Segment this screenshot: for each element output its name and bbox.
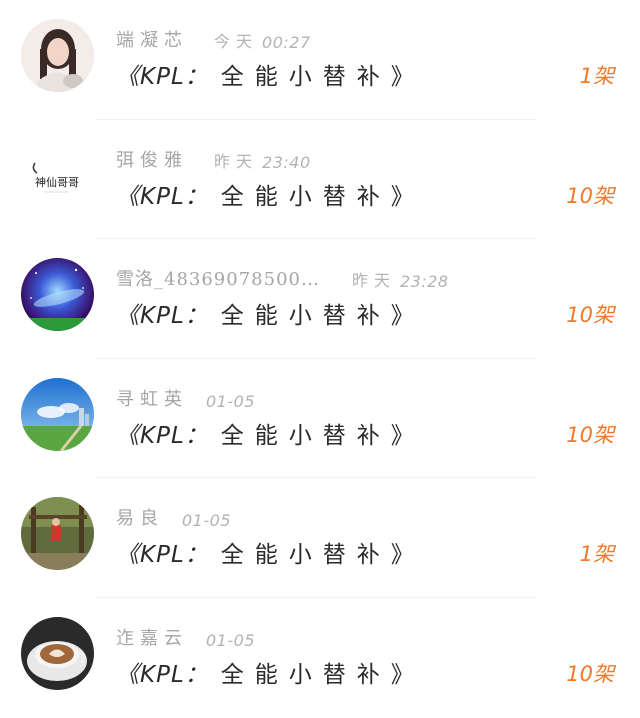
entry-meta: 寻虹英 01-05 xyxy=(116,381,255,411)
list-item[interactable]: 雪洛_48369078500… 昨天 23:28 《KPL： 全能小替补》 10架 xyxy=(0,239,640,359)
gift-count: 10架 xyxy=(566,422,614,447)
title-prefix: 《KPL： xyxy=(116,64,209,90)
item-title[interactable]: 《KPL： 全能小替补》 xyxy=(116,655,416,689)
user-name[interactable]: 雪洛_48369078500… xyxy=(116,265,320,291)
gift-count: 1架 xyxy=(579,542,614,566)
title-prefix: 《KPL： xyxy=(116,303,209,329)
gift-count: 10架 xyxy=(566,303,614,327)
item-title[interactable]: 《KPL： 全能小替补》 xyxy=(116,57,416,91)
gift-record-list: 端凝芯 今天 00:27 《KPL： 全能小替补》 1架 神仙哥哥 弭俊雅 昨天 … xyxy=(0,0,640,718)
title-suffix: 》 xyxy=(390,422,416,449)
user-name[interactable]: 易良 xyxy=(116,504,164,530)
user-name[interactable]: 寻虹英 xyxy=(116,385,188,411)
list-item[interactable]: 迮嘉云 01-05 《KPL： 全能小替补》 10架 xyxy=(0,598,640,718)
entry-meta: 易良 01-05 xyxy=(116,500,231,530)
title-suffix: 》 xyxy=(390,183,416,210)
title-prefix: 《KPL： xyxy=(116,661,209,688)
entry-time: 01-05 xyxy=(206,391,255,411)
item-title[interactable]: 《KPL： 全能小替补》 xyxy=(116,535,416,569)
item-title[interactable]: 《KPL： 全能小替补》 xyxy=(116,416,416,450)
entry-meta: 弭俊雅 昨天 23:40 xyxy=(116,142,311,172)
item-title[interactable]: 《KPL： 全能小替补》 xyxy=(116,296,416,330)
title-main: 全能小替补 xyxy=(220,64,391,90)
user-name[interactable]: 迮嘉云 xyxy=(116,624,188,650)
user-name[interactable]: 弭俊雅 xyxy=(116,146,188,172)
avatar-calligraphy-text: 神仙哥哥 xyxy=(35,175,79,189)
user-name[interactable]: 端凝芯 xyxy=(116,26,188,52)
entry-date: 今天 xyxy=(214,32,259,51)
entry-date: 昨天 xyxy=(214,151,259,171)
avatar[interactable] xyxy=(21,616,94,690)
entry-meta: 雪洛_48369078500… 昨天 23:28 xyxy=(116,261,449,291)
avatar[interactable] xyxy=(21,377,94,451)
entry-time: 23:40 xyxy=(262,152,311,172)
entry-time: 01-05 xyxy=(206,630,255,650)
title-suffix: 》 xyxy=(390,661,416,688)
entry-meta: 迮嘉云 01-05 xyxy=(116,620,255,650)
list-item[interactable]: 端凝芯 今天 00:27 《KPL： 全能小替补》 1架 xyxy=(0,0,640,120)
avatar[interactable]: 神仙哥哥 xyxy=(21,138,94,212)
calligraphy-avatar-image: 神仙哥哥 xyxy=(21,138,94,212)
item-title[interactable]: 《KPL： 全能小替补》 xyxy=(116,177,416,211)
entry-meta: 端凝芯 今天 00:27 xyxy=(116,22,311,52)
title-suffix: 》 xyxy=(390,303,416,329)
title-prefix: 《KPL： xyxy=(116,542,209,568)
avatar[interactable] xyxy=(21,497,94,570)
portrait-girl-image xyxy=(21,19,94,92)
title-suffix: 》 xyxy=(390,64,416,90)
entry-date: 昨天 xyxy=(351,271,396,290)
title-main: 全能小替补 xyxy=(220,183,391,210)
list-item[interactable]: 易良 01-05 《KPL： 全能小替补》 1架 xyxy=(0,478,640,598)
coffee-cup-image xyxy=(21,616,94,690)
galaxy-image xyxy=(21,258,94,331)
title-main: 全能小替补 xyxy=(220,542,391,568)
title-suffix: 》 xyxy=(390,542,416,568)
entry-time: 23:28 xyxy=(400,272,449,291)
list-item[interactable]: 神仙哥哥 弭俊雅 昨天 23:40 《KPL： 全能小替补》 10架 xyxy=(0,120,640,240)
title-prefix: 《KPL： xyxy=(116,183,209,210)
forest-swing-image xyxy=(21,497,94,570)
gift-count: 10架 xyxy=(566,661,614,686)
avatar[interactable] xyxy=(21,258,94,331)
title-main: 全能小替补 xyxy=(220,422,391,449)
title-prefix: 《KPL： xyxy=(116,422,209,449)
gift-count: 1架 xyxy=(579,64,614,88)
list-item[interactable]: 寻虹英 01-05 《KPL： 全能小替补》 10架 xyxy=(0,359,640,479)
title-main: 全能小替补 xyxy=(220,303,391,329)
sky-landscape-image xyxy=(21,377,94,451)
entry-time: 00:27 xyxy=(262,33,311,52)
gift-count: 10架 xyxy=(566,183,614,208)
entry-time: 01-05 xyxy=(182,511,231,530)
title-main: 全能小替补 xyxy=(220,661,391,688)
avatar[interactable] xyxy=(21,19,94,92)
